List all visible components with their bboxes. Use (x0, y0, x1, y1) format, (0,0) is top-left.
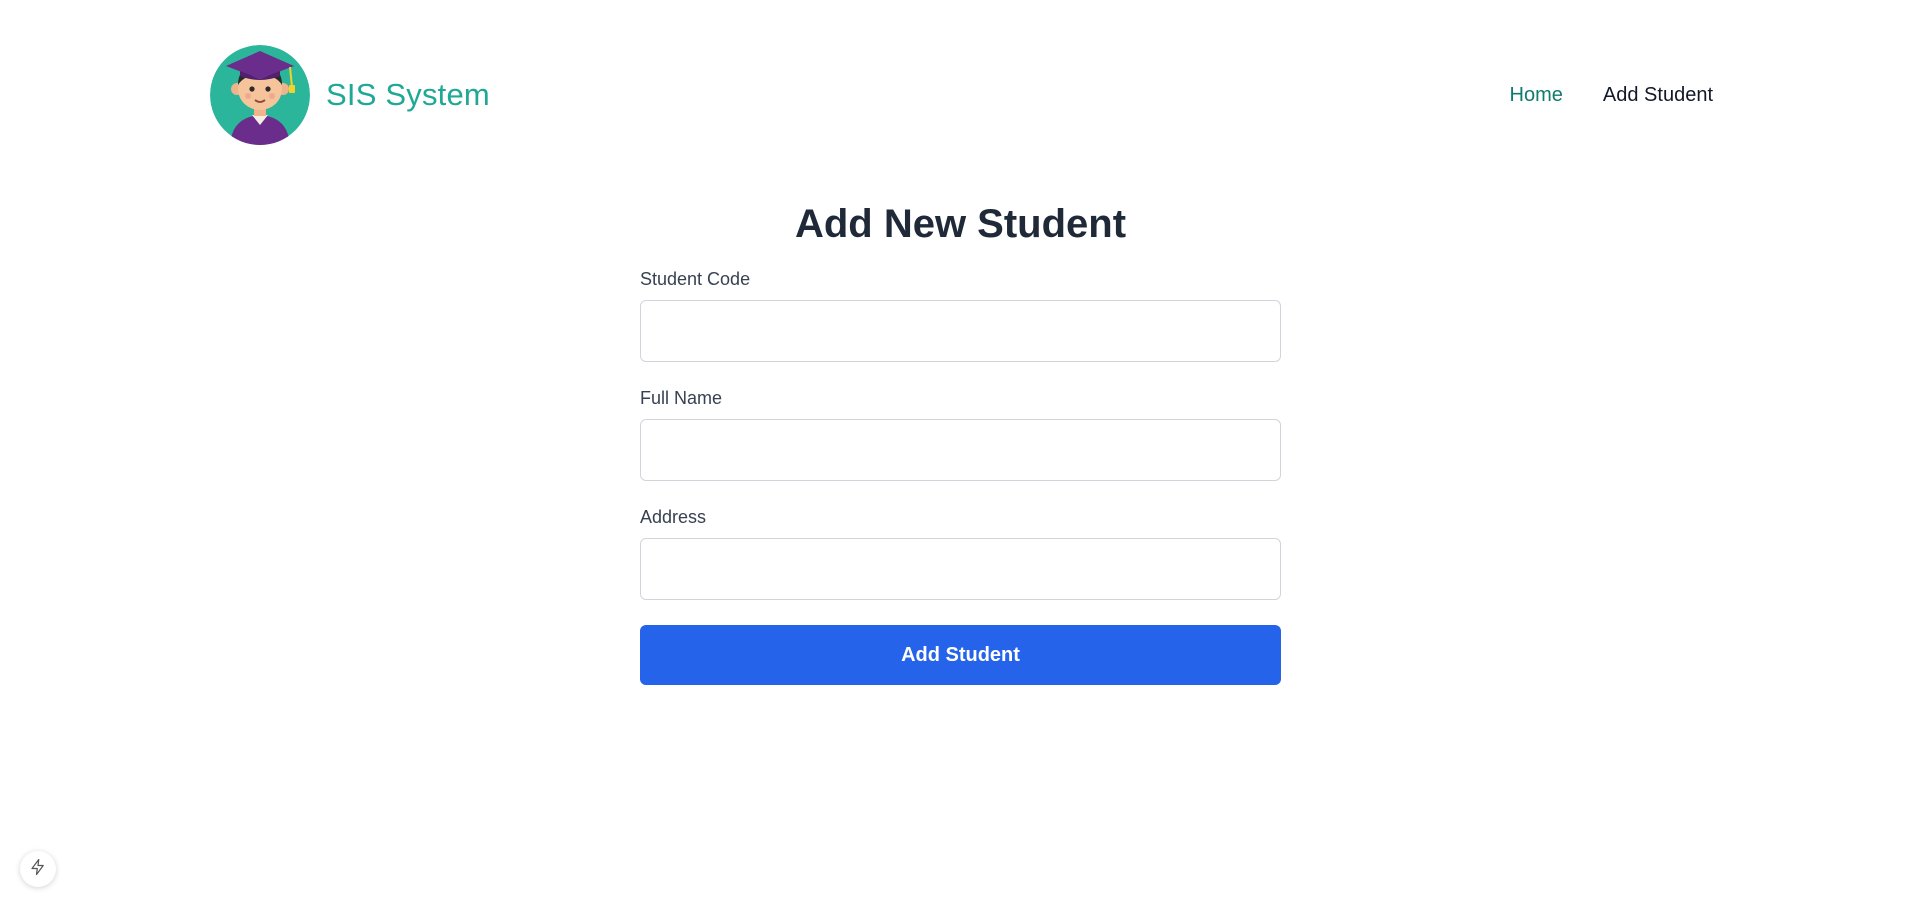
brand-link[interactable]: SIS System (210, 45, 490, 145)
lightning-bolt-icon (29, 858, 47, 881)
add-student-form: Student Code Full Name Address Add Stude… (640, 268, 1281, 685)
nav-home-link[interactable]: Home (1510, 84, 1563, 107)
student-code-group: Student Code (640, 268, 1281, 362)
add-student-form-container: Add New Student Student Code Full Name A… (640, 196, 1281, 685)
address-group: Address (640, 506, 1281, 600)
student-code-input[interactable] (640, 300, 1281, 362)
full-name-input[interactable] (640, 419, 1281, 481)
page-title: Add New Student (794, 202, 1127, 246)
graduate-student-avatar-icon (210, 45, 310, 145)
dev-tools-button[interactable] (20, 851, 56, 887)
add-student-submit-button[interactable]: Add Student (640, 625, 1281, 685)
full-name-group: Full Name (640, 387, 1281, 481)
address-label: Address (640, 507, 707, 527)
main-nav: Home Add Student (1510, 45, 1713, 145)
site-header: SIS System Home Add Student (210, 45, 1713, 145)
address-input[interactable] (640, 538, 1281, 600)
full-name-label: Full Name (640, 388, 723, 408)
brand-name: SIS System (326, 77, 490, 112)
student-code-label: Student Code (640, 269, 751, 289)
nav-add-student-link[interactable]: Add Student (1603, 84, 1713, 107)
page: SIS System Home Add Student Add New Stud… (0, 0, 1918, 902)
